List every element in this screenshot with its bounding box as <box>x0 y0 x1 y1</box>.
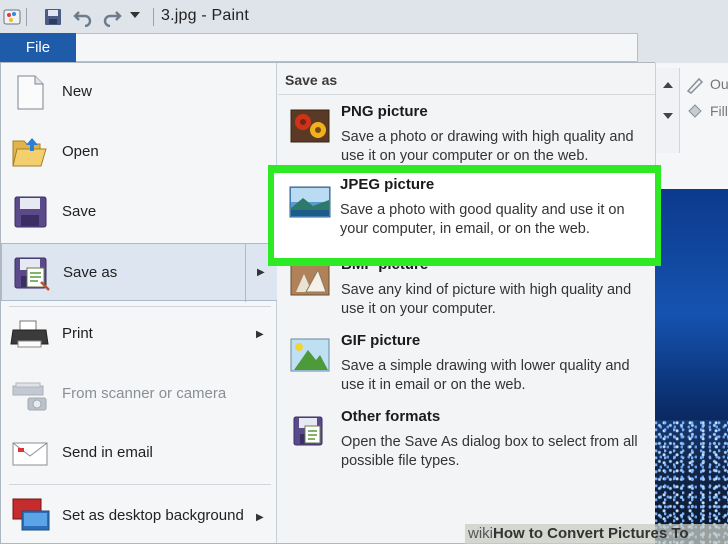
file-menu: New Open Save Save as ▶ Print ▶ From sca… <box>0 62 655 544</box>
fill-icon <box>688 104 702 118</box>
file-tab-label: File <box>25 39 51 56</box>
save-as-option-title: Other formats <box>341 408 441 425</box>
title-separator <box>26 8 27 26</box>
scroll-up-icon[interactable] <box>663 82 673 88</box>
file-tab[interactable]: File <box>0 33 76 62</box>
menu-item-save-as[interactable]: Save as ▶ <box>1 243 277 302</box>
save-as-option-other[interactable]: Other formats Open the Save As dialog bo… <box>278 405 655 481</box>
desktop-background-icon <box>12 498 50 531</box>
menu-item-new[interactable]: New <box>1 63 277 121</box>
outline-icon <box>686 77 704 94</box>
save-as-option-desc: Save a simple drawing with lower quality… <box>341 358 630 393</box>
jpeg-highlight-box: JPEG picture Save a photo with good qual… <box>268 165 661 266</box>
menu-item-label: Send in email <box>62 444 153 461</box>
menu-item-label: Set as desktop background <box>62 507 244 524</box>
wikihow-watermark: wikiHow to Convert Pictures To JPEG <box>465 524 728 544</box>
menu-item-from-scanner: From scanner or camera <box>1 364 277 422</box>
printer-icon <box>10 320 49 348</box>
title-separator-2 <box>153 8 154 26</box>
new-document-icon <box>17 75 44 110</box>
ribbon-gallery-scroller[interactable] <box>656 68 680 153</box>
ribbon-fill-label[interactable]: Fill <box>710 103 728 119</box>
save-as-heading-divider <box>278 94 655 95</box>
paint-app-icon[interactable] <box>2 7 22 27</box>
save-as-option-desc: Save a photo with good quality and use i… <box>340 202 625 237</box>
submenu-arrow-icon[interactable]: ▶ <box>257 267 265 278</box>
menu-item-label: Open <box>62 143 99 160</box>
menu-item-label: Save <box>62 203 97 220</box>
menu-item-label: Print <box>62 325 93 342</box>
gif-picture-icon <box>290 338 330 372</box>
menu-item-label: From scanner or camera <box>62 385 227 402</box>
watermark-brand: wiki <box>468 525 493 542</box>
save-as-heading: Save as <box>285 72 338 88</box>
menu-item-save[interactable]: Save <box>1 183 277 241</box>
ribbon-outline-label[interactable]: Ou <box>710 76 728 92</box>
jpeg-picture-icon <box>289 186 331 218</box>
customize-dropdown-icon[interactable] <box>130 12 140 20</box>
watermark-text: How to Convert Pictures To JPEG <box>493 525 689 542</box>
email-icon <box>12 442 48 466</box>
quick-save-icon[interactable] <box>43 7 63 27</box>
title-bar: 3.jpg - Paint <box>0 0 728 33</box>
save-as-option-desc: Open the Save As dialog box to select fr… <box>341 434 638 469</box>
save-as-panel: Save as PNG picture Save a photo or draw… <box>278 63 655 543</box>
save-as-icon <box>14 257 50 291</box>
submenu-arrow-icon[interactable]: ▶ <box>256 329 264 340</box>
png-picture-icon <box>290 109 330 143</box>
file-menu-commands: New Open Save Save as ▶ Print ▶ From sca… <box>1 63 277 543</box>
redo-icon[interactable] <box>102 7 122 27</box>
other-formats-icon <box>293 416 323 446</box>
menu-item-open[interactable]: Open <box>1 123 277 181</box>
save-as-option-title: GIF picture <box>341 332 421 349</box>
open-folder-icon <box>12 138 47 167</box>
window-title: 3.jpg - Paint <box>161 7 249 24</box>
menu-item-label: Save as <box>63 264 118 281</box>
submenu-split-line <box>245 244 246 302</box>
save-as-option-title: PNG picture <box>341 103 428 120</box>
ribbon-tab-strip <box>76 33 638 62</box>
menu-item-send-email[interactable]: Send in email <box>1 424 277 482</box>
scroll-down-icon[interactable] <box>663 113 673 119</box>
save-disk-icon <box>14 196 47 228</box>
save-as-option-jpeg[interactable]: JPEG picture Save a photo with good qual… <box>274 173 655 258</box>
undo-icon[interactable] <box>73 7 93 27</box>
save-as-option-desc: Save a photo or drawing with high qualit… <box>341 129 634 164</box>
save-as-option-title: JPEG picture <box>340 176 435 193</box>
menu-item-desktop-background[interactable]: Set as desktop background ▶ <box>1 485 277 543</box>
submenu-arrow-icon[interactable]: ▶ <box>256 512 264 523</box>
menu-item-print[interactable]: Print ▶ <box>1 304 277 362</box>
menu-item-label: New <box>62 83 93 100</box>
bmp-picture-icon <box>290 262 330 296</box>
save-as-option-desc: Save any kind of picture with high quali… <box>341 282 632 317</box>
save-as-option-gif[interactable]: GIF picture Save a simple drawing with l… <box>278 329 655 405</box>
scanner-icon <box>12 382 47 411</box>
